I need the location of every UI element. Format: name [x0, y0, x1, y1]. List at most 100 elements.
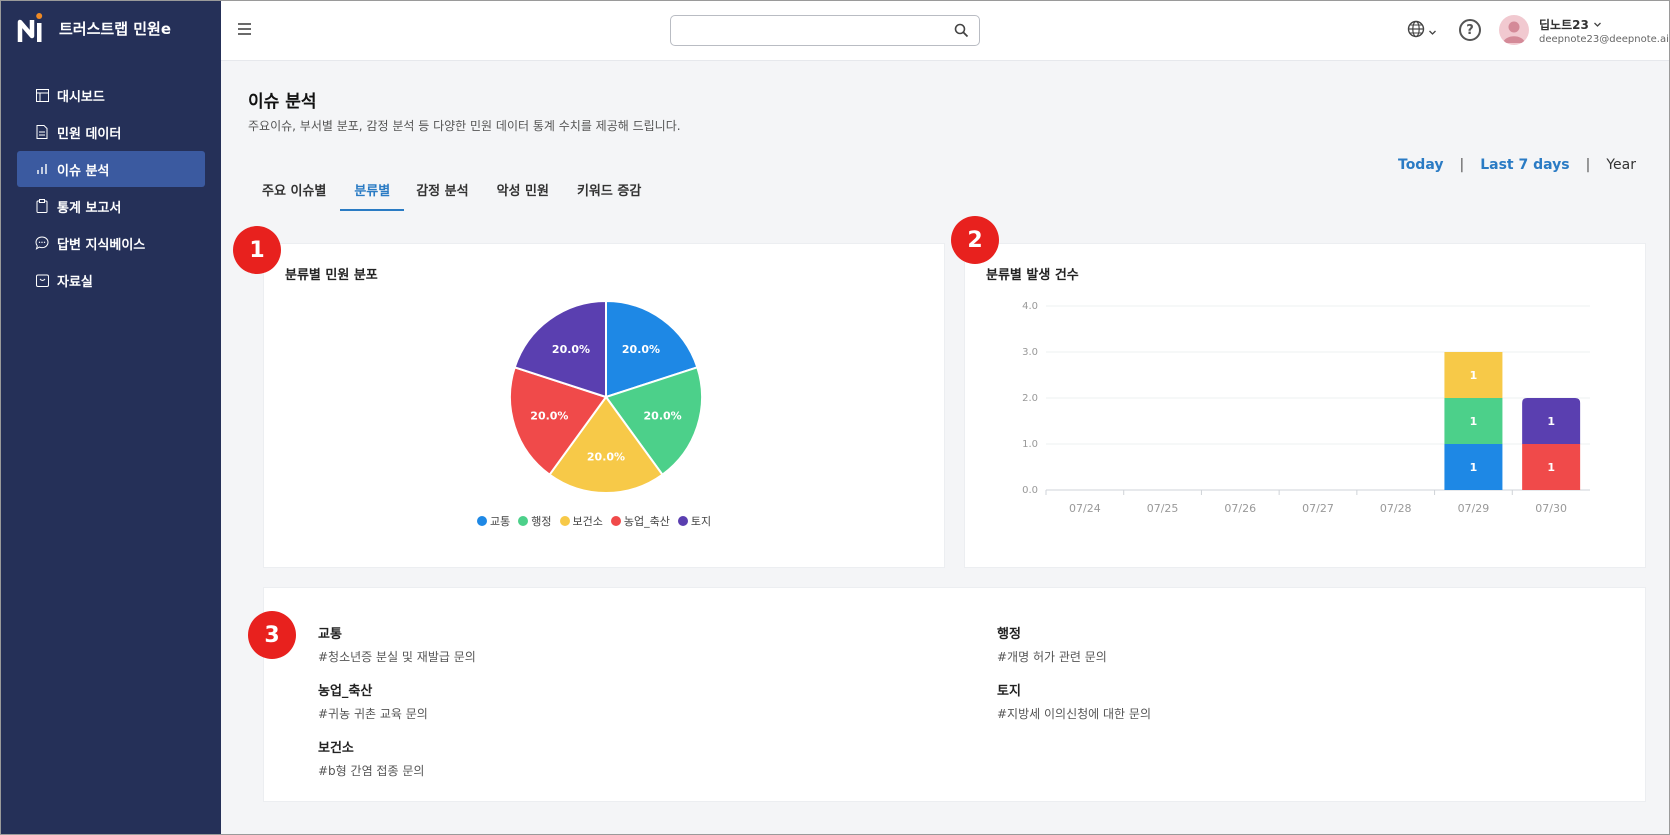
globe-icon: [1407, 20, 1425, 42]
legend-item[interactable]: 농업_축산: [610, 513, 670, 529]
bar-value-label: 1: [1547, 415, 1555, 428]
pie-slice-label: 20.0%: [622, 343, 660, 356]
x-tick-label: 07/27: [1302, 502, 1334, 515]
search-box[interactable]: [670, 15, 980, 46]
issue-category: 토지: [997, 684, 1021, 699]
range-today[interactable]: Today: [1398, 157, 1443, 173]
date-range-selector: Today | Last 7 days | Year: [1398, 157, 1636, 173]
user-email: deepnote23@deepnote.ai: [1539, 34, 1669, 45]
range-year[interactable]: Year: [1606, 157, 1636, 173]
sidebar-item-label: 민원 데이터: [57, 126, 122, 142]
issue-tag[interactable]: #b형 간염 접종 문의: [318, 762, 424, 779]
tab-by-category[interactable]: 분류별: [340, 172, 405, 211]
chevron-down-icon: [1428, 22, 1437, 41]
issue-tag[interactable]: #귀농 귀촌 교육 문의: [318, 705, 428, 722]
issue-list-card: [263, 587, 1646, 802]
x-tick-label: 07/26: [1224, 502, 1256, 515]
issue-category: 농업_축산: [318, 684, 373, 699]
x-tick-label: 07/25: [1147, 502, 1179, 515]
x-tick-label: 07/30: [1535, 502, 1567, 515]
logo-icon: [17, 11, 47, 45]
legend-label: 토지: [690, 515, 712, 528]
language-selector[interactable]: [1407, 20, 1437, 42]
legend-swatch: [518, 516, 529, 526]
page-title: 이슈 분석: [248, 92, 317, 112]
sidebar-item-label: 통계 보고서: [57, 200, 122, 216]
issue-tag[interactable]: #지방세 이의신청에 대한 문의: [997, 705, 1151, 722]
legend-item[interactable]: 보건소: [559, 513, 603, 529]
app-title: 트러스트랩 민원e: [59, 19, 171, 38]
bar-chart-icon: [35, 162, 49, 176]
help-icon[interactable]: ?: [1459, 19, 1481, 41]
y-tick-label: 4.0: [1022, 301, 1038, 312]
clipboard-icon: [35, 199, 49, 213]
tab-malicious[interactable]: 악성 민원: [483, 172, 563, 211]
legend-label: 행정: [531, 515, 552, 528]
legend-swatch: [477, 516, 487, 526]
top-header: ? 딥노트23 deepnote23@deepnote.ai: [221, 1, 1669, 61]
range-separator: |: [1585, 157, 1591, 173]
step-badge-2: 2: [951, 216, 999, 264]
bar-value-label: 1: [1470, 415, 1478, 428]
issue-category: 교통: [318, 627, 342, 642]
range-last-7-days[interactable]: Last 7 days: [1480, 157, 1569, 173]
issue-category: 행정: [997, 627, 1021, 642]
tab-major-issues[interactable]: 주요 이슈별: [248, 172, 340, 211]
user-name: 딥노트23: [1539, 18, 1589, 32]
bar-chart-title: 분류별 발생 건수: [986, 268, 1079, 283]
step-badge-3: 3: [248, 611, 296, 659]
pie-chart-title: 분류별 민원 분포: [285, 268, 378, 283]
y-tick-label: 1.0: [1022, 439, 1038, 450]
x-tick-label: 07/28: [1380, 502, 1412, 515]
legend-label: 교통: [490, 515, 511, 528]
chevron-down-icon: [1593, 18, 1602, 32]
sidebar-item-complaint-data[interactable]: 민원 데이터: [17, 114, 205, 150]
bar-value-label: 1: [1470, 461, 1478, 474]
avatar[interactable]: [1499, 15, 1529, 45]
pie-chart-legend: 교통 행정 보건소 농업_축산 토지: [477, 513, 711, 529]
dashboard-icon: [35, 88, 49, 102]
sidebar-item-label: 이슈 분석: [57, 163, 110, 179]
sidebar-item-knowledge-base[interactable]: 답변 지식베이스: [17, 225, 205, 261]
sidebar-item-archive[interactable]: 자료실: [17, 262, 205, 298]
y-tick-label: 3.0: [1022, 347, 1038, 358]
issue-category: 보건소: [318, 741, 354, 756]
y-tick-label: 2.0: [1022, 393, 1038, 404]
legend-swatch: [559, 516, 570, 526]
step-badge-1: 1: [233, 226, 281, 274]
pie-slice-label: 20.0%: [530, 409, 568, 422]
pie-slice-label: 20.0%: [644, 409, 682, 422]
legend-swatch: [677, 516, 688, 526]
range-separator: |: [1459, 157, 1465, 173]
archive-icon: [35, 273, 49, 287]
search-input[interactable]: [679, 16, 949, 44]
legend-item[interactable]: 교통: [477, 513, 510, 529]
tab-sentiment[interactable]: 감정 분석: [404, 172, 482, 211]
legend-item[interactable]: 토지: [677, 513, 712, 529]
search-icon[interactable]: [954, 23, 969, 38]
issue-tag[interactable]: #청소년증 분실 및 재발급 문의: [318, 648, 476, 665]
legend-swatch: [610, 516, 621, 526]
chat-icon: [35, 236, 49, 250]
user-menu[interactable]: 딥노트23: [1539, 16, 1602, 33]
page-description: 주요이슈, 부서별 분포, 감정 분석 등 다양한 민원 데이터 통계 수치를 …: [248, 119, 681, 133]
sidebar-item-label: 대시보드: [57, 89, 105, 105]
tab-keyword-trend[interactable]: 키워드 증감: [563, 172, 655, 211]
legend-item[interactable]: 행정: [518, 513, 552, 529]
app-logo[interactable]: 트러스트랩 민원e: [17, 11, 171, 45]
bar-chart: 0.0 1.0 2.0 3.0 4.0 07/24 07/25 07/26 07/27 07/28…: [1022, 301, 1590, 515]
x-tick-label: 07/24: [1069, 502, 1101, 515]
sidebar-item-dashboard[interactable]: 대시보드: [17, 77, 205, 113]
sidebar-item-statistics-report[interactable]: 통계 보고서: [17, 188, 205, 224]
y-tick-label: 0.0: [1022, 485, 1038, 496]
sidebar-item-issue-analysis[interactable]: 이슈 분석: [17, 151, 205, 187]
sidebar-item-label: 자료실: [57, 274, 93, 290]
bar-value-label: 1: [1470, 369, 1478, 382]
document-icon: [35, 125, 49, 139]
menu-toggle-icon[interactable]: [237, 21, 253, 37]
issue-tag[interactable]: #개명 허가 관련 문의: [997, 648, 1107, 665]
pie-slice-label: 20.0%: [587, 451, 625, 464]
sidebar-item-label: 답변 지식베이스: [57, 237, 146, 253]
legend-label: 농업_축산: [623, 515, 670, 528]
pie-chart: 20.0% 20.0% 20.0% 20.0% 20.0%: [509, 299, 703, 494]
